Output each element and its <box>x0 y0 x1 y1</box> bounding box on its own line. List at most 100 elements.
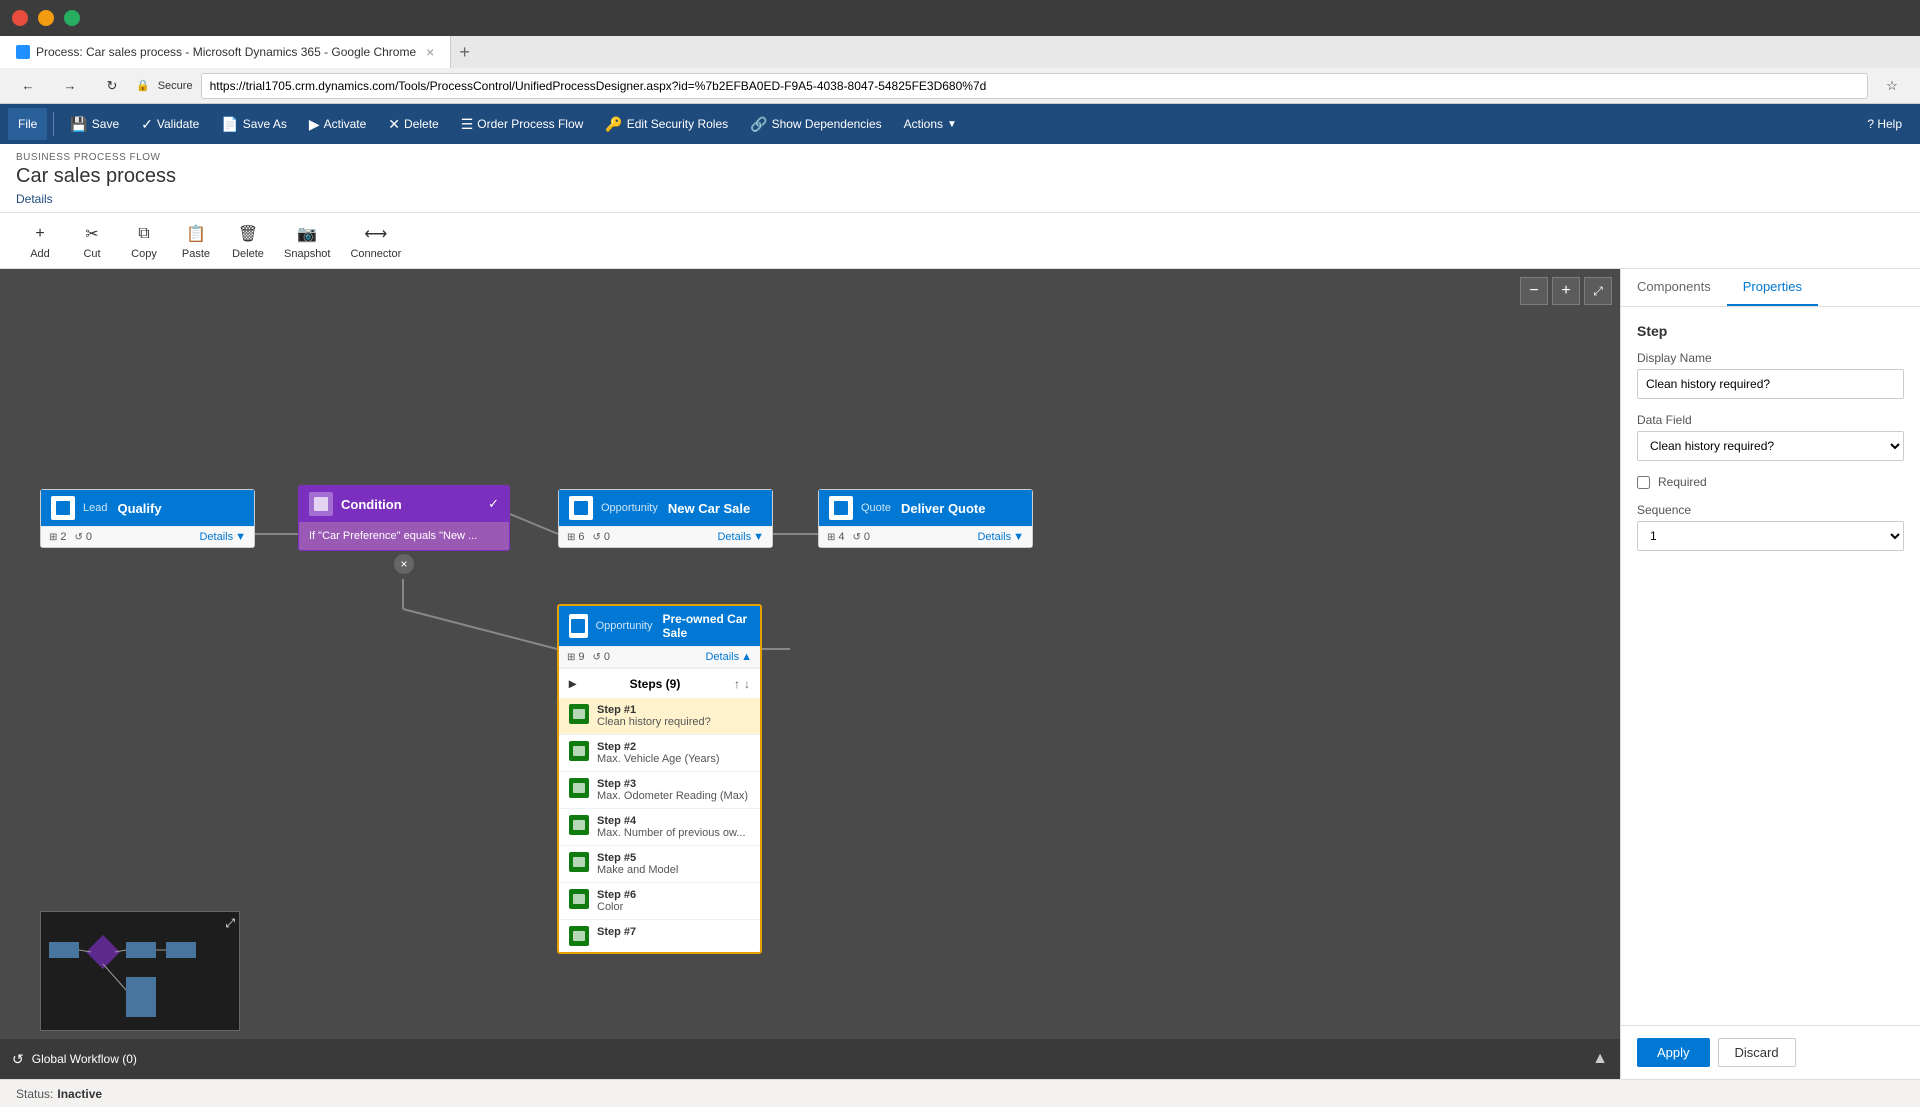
steps-header: ▸ Steps (9) ↑ ↓ <box>559 669 760 698</box>
right-panel: Components Properties Step Display Name … <box>1620 269 1920 1079</box>
steps-count-label: Steps (9) <box>630 677 681 691</box>
step-4-item[interactable]: Step #4 Max. Number of previous ow... <box>559 809 760 846</box>
fit-btn[interactable]: ⤢ <box>1584 277 1612 305</box>
step-3-item[interactable]: Step #3 Max. Odometer Reading (Max) <box>559 772 760 809</box>
preowned-flows-icon: ↺ <box>593 652 601 663</box>
edit-security-roles-btn[interactable]: 🔑 Edit Security Roles <box>595 108 738 140</box>
win-max-btn[interactable] <box>64 10 80 26</box>
step-6-num: Step #6 <box>597 889 636 901</box>
lead-details-btn[interactable]: Details ▼ <box>199 531 246 543</box>
bookmark-btn[interactable]: ☆ <box>1872 68 1912 104</box>
condition-text: If "Car Preference" equals "New ... <box>309 530 477 542</box>
zoom-out-btn[interactable]: − <box>1520 277 1548 305</box>
help-label: ? Help <box>1867 117 1902 131</box>
snapshot-cmd-btn[interactable]: 📷 Snapshot <box>276 215 338 267</box>
apply-btn[interactable]: Apply <box>1637 1038 1710 1067</box>
back-btn[interactable]: ← <box>8 68 48 104</box>
display-name-group: Display Name <box>1637 351 1904 399</box>
tab-close-icon[interactable]: × <box>426 44 434 60</box>
lead-chevron-icon: ▼ <box>235 531 246 543</box>
opportunity-preowned-node[interactable]: Opportunity Pre-owned Car Sale ⊞ 9 ↺ 0 D… <box>557 604 762 954</box>
save-as-btn[interactable]: 📄 Save As <box>211 108 296 140</box>
step-6-icon-inner <box>573 894 585 904</box>
cut-cmd-btn[interactable]: ✂ Cut <box>68 215 116 267</box>
opp-new-steps-count: 6 <box>578 531 584 543</box>
quote-details-btn[interactable]: Details ▼ <box>977 531 1024 543</box>
status-value: Inactive <box>57 1087 102 1101</box>
step-5-num: Step #5 <box>597 852 678 864</box>
delete-cmd-btn[interactable]: 🗑 Delete <box>224 215 272 267</box>
win-close-btn[interactable] <box>12 10 28 26</box>
validate-btn[interactable]: ✓ Validate <box>131 108 209 140</box>
preowned-header: Opportunity Pre-owned Car Sale <box>559 606 760 646</box>
preowned-flows-count: 0 <box>604 651 610 663</box>
delete-btn[interactable]: ✕ Delete <box>378 108 448 140</box>
win-min-btn[interactable] <box>38 10 54 26</box>
copy-cmd-btn[interactable]: ⧉ Copy <box>120 215 168 267</box>
address-input[interactable] <box>201 73 1868 99</box>
sort-down-icon[interactable]: ↓ <box>744 677 750 691</box>
step-5-item[interactable]: Step #5 Make and Model <box>559 846 760 883</box>
file-label: File <box>18 117 37 131</box>
condition-node[interactable]: Condition ✓ If "Car Preference" equals "… <box>298 485 510 551</box>
components-tab[interactable]: Components <box>1621 269 1727 306</box>
display-name-input[interactable] <box>1637 369 1904 399</box>
secure-label: Secure <box>158 80 193 92</box>
quote-flows-stat: ↺ 0 <box>853 531 871 543</box>
lead-steps-stat: ⊞ 2 <box>49 531 67 543</box>
opp-new-header: Opportunity New Car Sale <box>559 490 772 526</box>
show-dependencies-btn[interactable]: 🔗 Show Dependencies <box>740 108 892 140</box>
connector-cmd-btn[interactable]: ⟷ Connector <box>342 215 409 267</box>
order-process-flow-btn[interactable]: ☰ Order Process Flow <box>451 108 594 140</box>
step-2-item[interactable]: Step #2 Max. Vehicle Age (Years) <box>559 735 760 772</box>
quote-steps-stat: ⊞ 4 <box>827 531 845 543</box>
data-field-select[interactable]: Clean history required? <box>1637 431 1904 461</box>
opp-new-details-label: Details <box>717 531 751 543</box>
step-6-text: Step #6 Color <box>597 889 636 913</box>
quote-icon <box>829 496 853 520</box>
order-process-flow-label: Order Process Flow <box>477 117 583 131</box>
lead-qualify-node[interactable]: Lead Qualify ⊞ 2 ↺ 0 Details ▼ <box>40 489 255 548</box>
condition-icon-inner <box>314 497 328 511</box>
step-section-title: Step <box>1637 323 1904 339</box>
panel-tabs: Components Properties <box>1621 269 1920 307</box>
add-cmd-btn[interactable]: + Add <box>16 215 64 267</box>
quote-flows-icon: ↺ <box>853 532 861 543</box>
data-field-group: Data Field Clean history required? <box>1637 413 1904 461</box>
canvas-area[interactable]: − + ⤢ Lead Qualify <box>0 269 1620 1079</box>
connector-overlay <box>0 269 1620 1079</box>
condition-close-btn[interactable]: × <box>394 554 414 574</box>
browser-tab-active[interactable]: Process: Car sales process - Microsoft D… <box>0 36 451 68</box>
required-checkbox[interactable] <box>1637 476 1650 489</box>
properties-tab-label: Properties <box>1743 279 1802 294</box>
edit-security-roles-label: Edit Security Roles <box>627 117 728 131</box>
paste-cmd-btn[interactable]: 📋 Paste <box>172 215 220 267</box>
sort-up-icon[interactable]: ↑ <box>734 677 740 691</box>
save-btn[interactable]: 💾 Save <box>60 108 129 140</box>
details-link[interactable]: Details <box>16 192 53 206</box>
forward-btn[interactable]: → <box>50 68 90 104</box>
step-1-item[interactable]: Step #1 Clean history required? <box>559 698 760 735</box>
step-3-num: Step #3 <box>597 778 748 790</box>
preowned-steps-icon: ⊞ <box>567 652 575 663</box>
zoom-in-btn[interactable]: + <box>1552 277 1580 305</box>
opp-new-details-btn[interactable]: Details ▼ <box>717 531 764 543</box>
file-menu-btn[interactable]: File <box>8 108 47 140</box>
properties-tab[interactable]: Properties <box>1727 269 1818 306</box>
step-7-item[interactable]: Step #7 <box>559 920 760 952</box>
new-tab-btn[interactable]: + <box>451 34 478 71</box>
quote-node[interactable]: Quote Deliver Quote ⊞ 4 ↺ 0 Details ▼ <box>818 489 1033 548</box>
app-toolbar: File 💾 Save ✓ Validate 📄 Save As ▶ Activ… <box>0 104 1920 144</box>
global-workflow-expand-btn[interactable]: ▲ <box>1592 1050 1608 1068</box>
add-icon: + <box>28 222 52 246</box>
sequence-select[interactable]: 1 2 3 <box>1637 521 1904 551</box>
discard-btn[interactable]: Discard <box>1718 1038 1796 1067</box>
step-6-item[interactable]: Step #6 Color <box>559 883 760 920</box>
preowned-details-btn[interactable]: Details ▲ <box>705 651 752 663</box>
help-btn[interactable]: ? Help <box>1857 108 1912 140</box>
actions-btn[interactable]: Actions ▼ <box>894 108 967 140</box>
opportunity-new-node[interactable]: Opportunity New Car Sale ⊞ 6 ↺ 0 Details… <box>558 489 773 548</box>
condition-body: If "Car Preference" equals "New ... <box>299 522 509 550</box>
refresh-btn[interactable]: ↻ <box>92 68 132 104</box>
activate-btn[interactable]: ▶ Activate <box>299 108 376 140</box>
